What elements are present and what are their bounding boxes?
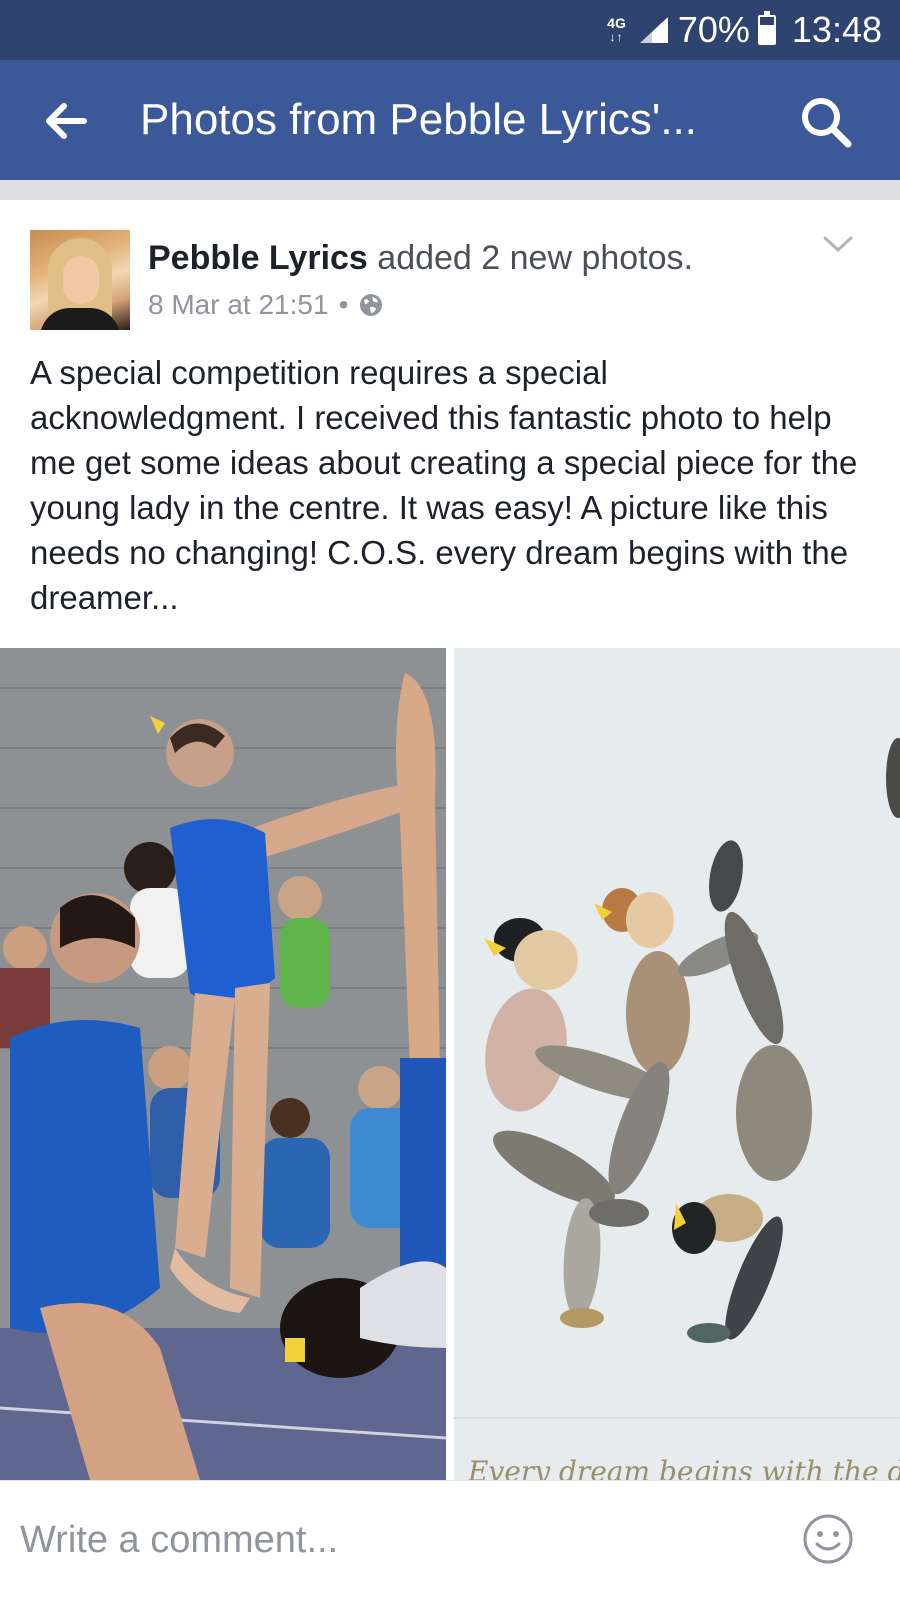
page-title: Photos from Pebble Lyrics'... <box>140 95 698 144</box>
chevron-down-icon <box>823 236 853 253</box>
pebble-art-caption: Every dream begins with the d <box>468 1455 900 1480</box>
status-icons: 4G ↓↑ 70% 13:48 <box>607 8 882 52</box>
gymnasts-illustration <box>0 648 446 1480</box>
avatar-face <box>63 256 99 304</box>
pebble-art-photo[interactable]: Every dream begins with the d <box>454 648 900 1480</box>
post-timestamp[interactable]: 8 Mar at 21:51 <box>148 286 329 324</box>
comment-input[interactable] <box>20 1507 780 1573</box>
emoji-button[interactable] <box>802 1513 854 1565</box>
section-divider <box>0 180 900 200</box>
network-type: 4G <box>607 15 626 31</box>
signal-icon <box>639 17 668 43</box>
network-arrows: ↓↑ <box>609 30 624 44</box>
post-action: added 2 new photos. <box>367 239 693 277</box>
smiley-icon <box>803 1514 853 1564</box>
pebble-art-illustration <box>454 648 900 1480</box>
photo-divider <box>446 648 454 1480</box>
battery-icon <box>757 11 776 45</box>
post-meta: 8 Mar at 21:51 • <box>148 286 384 324</box>
clock: 13:48 <box>791 9 882 50</box>
battery-fill <box>759 24 774 43</box>
arrow-left-icon <box>46 103 87 139</box>
gymnasts-photo[interactable] <box>0 648 446 1480</box>
author-name-link[interactable]: Pebble Lyrics <box>148 239 368 277</box>
app-header: Photos from Pebble Lyrics'... <box>0 60 900 180</box>
meta-separator: • <box>338 289 349 320</box>
battery-percent: 70% <box>677 9 750 50</box>
post-menu-button[interactable] <box>822 234 854 254</box>
post-text: A special competition requires a special… <box>30 354 858 616</box>
status-bar: 4G ↓↑ 70% 13:48 <box>0 0 900 60</box>
search-icon <box>802 98 852 148</box>
network-indicator: 4G ↓↑ <box>607 16 626 44</box>
avatar[interactable] <box>30 230 130 330</box>
comment-bar <box>0 1480 900 1600</box>
globe-icon <box>360 294 383 316</box>
back-button[interactable] <box>40 96 90 146</box>
post-header: Pebble Lyrics added 2 new photos. 8 Mar … <box>0 200 900 340</box>
post-byline: Pebble Lyrics added 2 new photos. <box>148 236 693 280</box>
search-button[interactable] <box>798 94 854 150</box>
